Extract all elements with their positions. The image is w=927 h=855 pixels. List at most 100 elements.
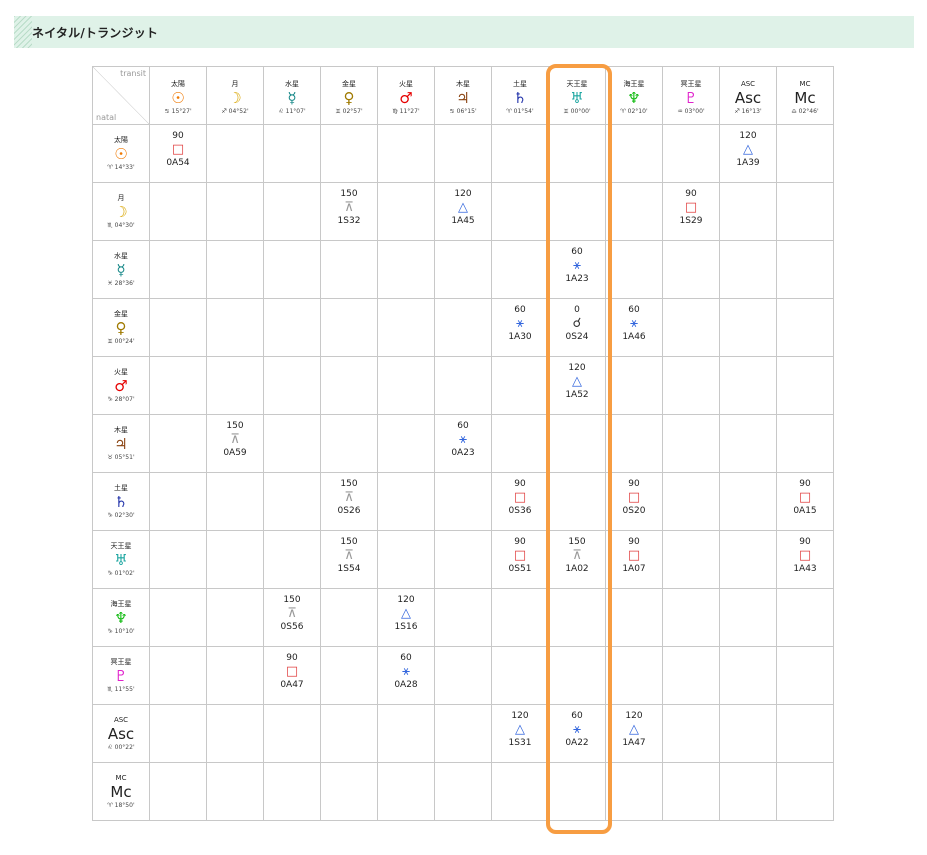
aspect-cell bbox=[605, 356, 663, 415]
transit-planet-position: ♌ 11°07' bbox=[278, 107, 306, 115]
aspect-cell bbox=[548, 588, 606, 647]
aspect-cell bbox=[776, 298, 834, 357]
aspect-orb: 1S29 bbox=[679, 216, 703, 226]
aspect-orb: 1A45 bbox=[451, 216, 475, 226]
corner-cell: transit natal bbox=[92, 66, 150, 125]
aspect-orb: 0A15 bbox=[793, 506, 817, 516]
transit-planet-name: ASC bbox=[740, 79, 756, 88]
aspect-cell bbox=[605, 414, 663, 473]
transit-planet-name: MC bbox=[799, 79, 811, 88]
aspect-cell bbox=[320, 240, 378, 299]
aspect-cell bbox=[662, 762, 720, 821]
uranus-glyph-icon: ♅ bbox=[114, 550, 128, 569]
quincunx-aspect-icon: ⊼ bbox=[287, 606, 297, 621]
aspect-cell: 60 ⚹ 0A23 bbox=[434, 414, 492, 473]
natal-planet-name: 火星 bbox=[114, 367, 128, 376]
aspect-cell bbox=[662, 124, 720, 183]
aspect-cell bbox=[320, 762, 378, 821]
aspect-orb: 0A28 bbox=[394, 680, 418, 690]
aspect-angle: 0 bbox=[574, 305, 580, 315]
aspect-orb: 0S51 bbox=[508, 564, 532, 574]
aspect-orb: 1A52 bbox=[565, 390, 589, 400]
aspect-cell bbox=[377, 530, 435, 589]
natal-planet-name: 月 bbox=[117, 193, 125, 202]
aspect-cell bbox=[548, 124, 606, 183]
aspect-angle: 150 bbox=[568, 537, 586, 547]
transit-planet-name: 冥王星 bbox=[680, 79, 702, 88]
natal-row-pluto: 冥王星 ♇ ♏ 11°55' 90 □ 0A47 60 ⚹ 0A28 bbox=[92, 646, 834, 705]
aspect-cell bbox=[206, 240, 264, 299]
aspect-orb: 1S54 bbox=[337, 564, 361, 574]
aspect-cell bbox=[719, 240, 777, 299]
transit-column-moon: 月 ☽ ♐ 04°52' bbox=[206, 66, 264, 125]
square-aspect-icon: □ bbox=[627, 490, 641, 505]
aspect-cell bbox=[434, 472, 492, 531]
saturn-glyph-icon: ♄ bbox=[513, 88, 527, 107]
aspect-cell bbox=[776, 356, 834, 415]
aspect-cell bbox=[662, 298, 720, 357]
aspect-angle: 120 bbox=[739, 131, 757, 141]
neptune-glyph-icon: ♆ bbox=[627, 88, 641, 107]
trine-aspect-icon: △ bbox=[515, 722, 525, 737]
aspect-cell bbox=[776, 414, 834, 473]
aspect-cell: 120 △ 1S31 bbox=[491, 704, 549, 763]
transit-column-mercury: 水星 ☿ ♌ 11°07' bbox=[263, 66, 321, 125]
quincunx-aspect-icon: ⊼ bbox=[230, 432, 240, 447]
aspect-angle: 90 bbox=[172, 131, 184, 141]
aspect-cell bbox=[263, 298, 321, 357]
natal-planet-cell-mercury: 水星 ☿ ♓ 28°36' bbox=[92, 240, 150, 299]
aspect-cell: 90 □ 0A47 bbox=[263, 646, 321, 705]
aspect-angle: 60 bbox=[628, 305, 640, 315]
aspect-cell bbox=[434, 646, 492, 705]
aspect-cell: 90 □ 1S29 bbox=[662, 182, 720, 241]
aspect-cell bbox=[662, 356, 720, 415]
natal-planet-name: 土星 bbox=[114, 483, 128, 492]
square-aspect-icon: □ bbox=[798, 490, 812, 505]
aspect-cell bbox=[434, 762, 492, 821]
aspect-cell bbox=[434, 356, 492, 415]
aspect-orb: 1A02 bbox=[565, 564, 589, 574]
transit-column-venus: 金星 ♀ ♊ 02°57' bbox=[320, 66, 378, 125]
aspect-cell bbox=[434, 298, 492, 357]
transit-planet-position: ♋ 15°27' bbox=[164, 107, 192, 115]
neptune-glyph-icon: ♆ bbox=[114, 608, 128, 627]
natal-row-sun: 太陽 ☉ ♈ 14°33' 90 □ 0A54 120 △ 1A39 bbox=[92, 124, 834, 183]
aspect-cell bbox=[548, 182, 606, 241]
aspect-cell bbox=[149, 588, 207, 647]
trine-aspect-icon: △ bbox=[629, 722, 639, 737]
aspect-cell bbox=[776, 762, 834, 821]
natal-row-mercury: 水星 ☿ ♓ 28°36' 60 ⚹ 1A23 bbox=[92, 240, 834, 299]
aspect-angle: 90 bbox=[685, 189, 697, 199]
pluto-glyph-icon: ♇ bbox=[114, 666, 128, 685]
natal-row-venus: 金星 ♀ ♊ 00°24' 60 ⚹ 1A30 0 ☌ 0S24 60 ⚹ 1A46 bbox=[92, 298, 834, 357]
natal-planet-position: ♈ 18°50' bbox=[107, 801, 135, 809]
aspect-cell bbox=[719, 704, 777, 763]
aspect-cell bbox=[719, 530, 777, 589]
sextile-aspect-icon: ⚹ bbox=[516, 316, 524, 331]
aspect-orb: 1S31 bbox=[508, 738, 532, 748]
aspect-cell bbox=[719, 472, 777, 531]
square-aspect-icon: □ bbox=[513, 490, 527, 505]
transit-planet-name: 金星 bbox=[342, 79, 356, 88]
aspect-cell: 120 △ 1A39 bbox=[719, 124, 777, 183]
transit-planet-position: ♈ 02°10' bbox=[620, 107, 648, 115]
aspect-angle: 60 bbox=[400, 653, 412, 663]
aspect-cell bbox=[491, 414, 549, 473]
natal-row-uranus: 天王星 ♅ ♑ 01°02' 150 ⊼ 1S54 90 □ 0S51 150 ⊼ 1A02 90 □ 1A… bbox=[92, 530, 834, 589]
aspect-cell bbox=[662, 530, 720, 589]
aspect-cell: 120 △ 1A52 bbox=[548, 356, 606, 415]
aspect-cell bbox=[548, 762, 606, 821]
transit-header-row: transit natal 太陽 ☉ ♋ 15°27' 月 ☽ ♐ 04°52' 水星 ☿ ♌ … bbox=[92, 66, 834, 125]
aspect-orb: 0S36 bbox=[508, 506, 532, 516]
aspect-cell bbox=[662, 588, 720, 647]
aspect-cell bbox=[377, 414, 435, 473]
aspect-cell bbox=[491, 762, 549, 821]
square-aspect-icon: □ bbox=[285, 664, 299, 679]
aspect-cell bbox=[320, 298, 378, 357]
aspect-cell bbox=[149, 240, 207, 299]
aspect-cell bbox=[149, 472, 207, 531]
transit-planet-position: ♐ 04°52' bbox=[221, 107, 249, 115]
aspect-cell bbox=[263, 182, 321, 241]
transit-planet-name: 土星 bbox=[513, 79, 527, 88]
aspect-cell: 90 □ 1A43 bbox=[776, 530, 834, 589]
